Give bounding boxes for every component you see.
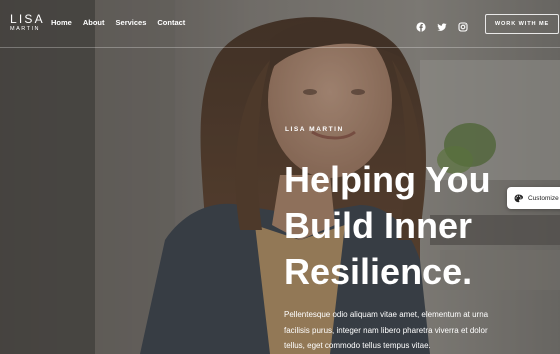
customize-label: Customize: [528, 194, 559, 202]
hero-headline: Helping You Build Inner Resilience.: [284, 157, 544, 295]
instagram-icon[interactable]: [458, 19, 468, 32]
nav-link-contact[interactable]: Contact: [157, 19, 185, 27]
hero-description: Pellentesque odio aliquam vitae amet, el…: [284, 307, 544, 354]
brand-name-line2: MARTIN: [10, 26, 40, 32]
nav-link-services[interactable]: Services: [116, 19, 147, 27]
social-links: [416, 19, 468, 32]
hero-eyebrow: LISA MARTIN: [285, 126, 344, 133]
headline-line: Helping You: [284, 159, 491, 200]
nav-link-about[interactable]: About: [83, 19, 105, 27]
description-line: Pellentesque odio aliquam vitae amet, el…: [284, 310, 489, 319]
facebook-icon[interactable]: [416, 19, 426, 32]
nav-link-home[interactable]: Home: [51, 19, 72, 27]
headline-line: Build Inner: [284, 205, 472, 246]
description-line: tellus, eget commodo tellus tempus vitae…: [284, 341, 431, 350]
work-with-me-button[interactable]: WORK WITH ME: [485, 14, 559, 34]
main-menu: Home About Services Contact: [51, 19, 185, 27]
twitter-icon[interactable]: [437, 19, 447, 31]
brand-logo[interactable]: LISA MARTIN: [10, 13, 45, 33]
brand-name-line1: LISA: [10, 12, 45, 26]
description-line: facilisis purus, integer nam libero phar…: [284, 325, 488, 335]
customize-button[interactable]: Customize: [507, 187, 560, 209]
palette-icon: [514, 194, 523, 202]
top-navigation: LISA MARTIN Home About Services Contact …: [0, 0, 560, 48]
headline-line: Resilience.: [284, 251, 473, 292]
